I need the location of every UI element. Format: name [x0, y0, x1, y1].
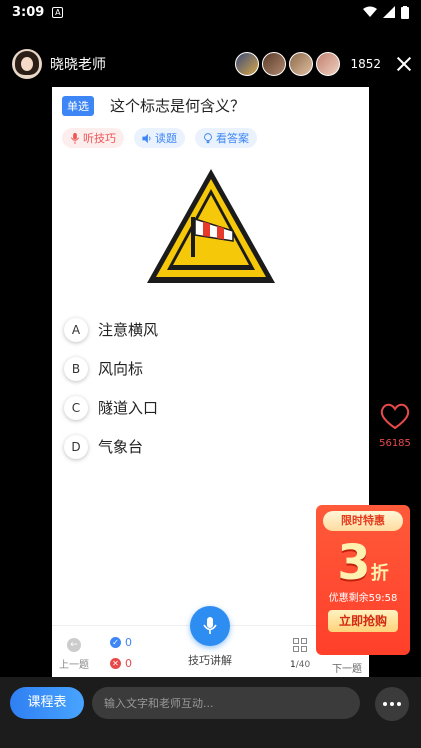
view-answer-label: 看答案: [216, 132, 249, 145]
option-letter: A: [64, 317, 88, 342]
viewer-list[interactable]: [232, 52, 341, 76]
prev-question-button[interactable]: ← 上一题: [56, 638, 92, 671]
option-text: 气象台: [98, 438, 144, 456]
like-button[interactable]: 56185: [378, 402, 412, 449]
view-answer-button[interactable]: 看答案: [195, 128, 257, 148]
viewer-avatar[interactable]: [289, 52, 314, 76]
more-icon[interactable]: [375, 687, 409, 721]
question-type-badge: 单选: [62, 95, 94, 116]
speaker-icon: [142, 133, 151, 143]
tip-explain-button[interactable]: 技巧讲解: [182, 606, 238, 668]
microphone-icon: [190, 606, 230, 646]
option-letter: D: [64, 434, 88, 459]
close-icon[interactable]: [395, 55, 413, 73]
schedule-button[interactable]: 课程表: [10, 687, 84, 719]
prev-question-label: 上一题: [59, 660, 89, 671]
option-text: 注意横风: [98, 321, 159, 339]
option-a[interactable]: A 注意横风: [64, 310, 369, 349]
lightbulb-icon: [204, 132, 212, 143]
question-title: 这个标志是何含义？: [110, 97, 246, 115]
like-count: 56185: [379, 438, 411, 449]
promo-timer: 优惠剩余59:58: [328, 593, 398, 604]
signal-icon: [383, 6, 395, 18]
heart-icon: [380, 403, 410, 430]
correct-count: 0: [125, 636, 132, 649]
status-icons: [363, 5, 409, 19]
notification-icon: A: [52, 6, 64, 18]
option-letter: C: [64, 395, 88, 420]
option-c[interactable]: C 隧道入口: [64, 388, 369, 427]
read-question-label: 读题: [155, 132, 177, 145]
buy-now-button[interactable]: 立即抢购: [328, 610, 398, 632]
option-letter: B: [64, 356, 88, 381]
option-text: 风向标: [98, 360, 144, 378]
crosswind-warning-sign: [146, 169, 275, 283]
page-total: /40: [295, 660, 311, 670]
status-time: 3:09: [12, 4, 45, 20]
option-d[interactable]: D 气象台: [64, 427, 369, 466]
traffic-sign-image: [141, 162, 281, 292]
listen-tip-button[interactable]: 听技巧: [62, 128, 124, 148]
score-summary: ✓ 0 ✕ 0: [110, 636, 132, 678]
viewer-avatar[interactable]: [316, 52, 341, 76]
question-tools: 听技巧 读题 看答案: [52, 116, 369, 148]
battery-icon: [401, 5, 409, 19]
wrong-count: 0: [125, 657, 132, 670]
live-header: 晓晓老师 1852: [12, 48, 413, 80]
promo-discount: 3折: [316, 535, 410, 591]
question-grid-icon[interactable]: [290, 638, 310, 652]
chat-input[interactable]: [92, 687, 360, 719]
anchor-avatar[interactable]: [12, 49, 42, 79]
viewer-count: 1852: [350, 57, 381, 71]
bottom-bar: 课程表: [0, 677, 421, 748]
question-header: 单选 这个标志是何含义？: [52, 87, 369, 116]
cross-icon: ✕: [110, 658, 121, 669]
next-question-button[interactable]: 下一题: [332, 660, 362, 675]
viewer-avatar[interactable]: [235, 52, 260, 76]
listen-tip-label: 听技巧: [83, 132, 116, 145]
promo-number: 3: [337, 535, 371, 591]
wifi-icon: [363, 6, 377, 17]
promo-unit: 折: [370, 563, 389, 584]
viewer-avatar[interactable]: [262, 52, 287, 76]
read-question-button[interactable]: 读题: [134, 128, 185, 148]
microphone-icon: [70, 132, 80, 144]
promo-banner[interactable]: 限时特惠 3折 优惠剩余59:58 立即抢购: [316, 505, 410, 655]
tip-explain-label: 技巧讲解: [188, 654, 232, 667]
promo-title: 限时特惠: [323, 511, 403, 531]
answer-options: A 注意横风 B 风向标 C 隧道入口 D 气象台: [52, 310, 369, 466]
arrow-left-icon: ←: [67, 638, 81, 652]
option-b[interactable]: B 风向标: [64, 349, 369, 388]
option-text: 隧道入口: [98, 399, 159, 417]
status-bar: 3:09 A: [0, 0, 421, 24]
page-indicator: 1/40: [290, 660, 310, 670]
check-icon: ✓: [110, 637, 121, 648]
anchor-name[interactable]: 晓晓老师: [50, 54, 106, 74]
